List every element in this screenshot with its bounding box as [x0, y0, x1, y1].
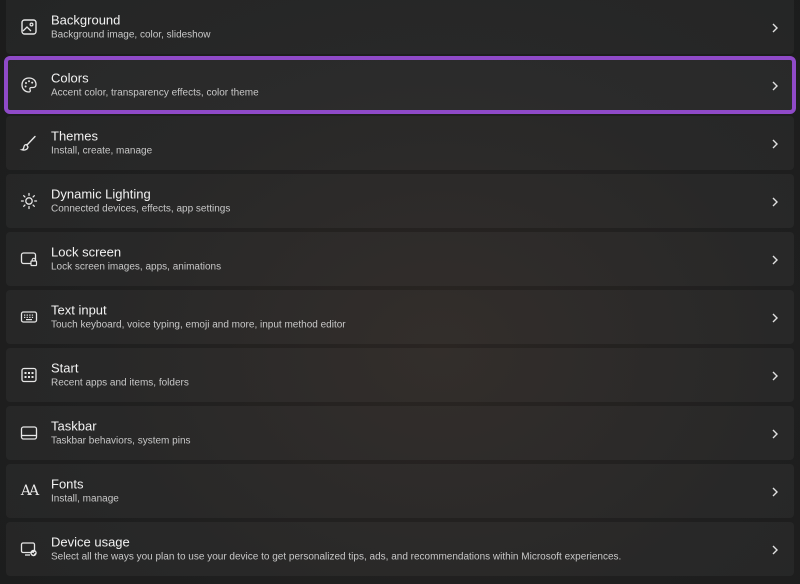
settings-item-colors[interactable]: Colors Accent color, transparency effect… — [4, 56, 796, 114]
palette-icon — [20, 76, 38, 94]
settings-item-title: Colors — [51, 70, 89, 86]
settings-item-subtitle: Select all the ways you plan to use your… — [51, 551, 622, 563]
settings-item-subtitle: Touch keyboard, voice typing, emoji and … — [51, 319, 346, 331]
settings-item-subtitle: Accent color, transparency effects, colo… — [51, 87, 259, 99]
settings-item-title: Taskbar — [51, 418, 97, 434]
settings-item-title: Device usage — [51, 534, 130, 550]
settings-item-text-input[interactable]: Text input Touch keyboard, voice typing,… — [6, 290, 794, 344]
chevron-right-icon — [770, 79, 780, 91]
chevron-right-icon — [770, 543, 780, 555]
taskbar-icon — [20, 424, 38, 442]
settings-item-title: Fonts — [51, 476, 84, 492]
chevron-right-icon — [770, 253, 780, 265]
settings-item-title: Themes — [51, 128, 98, 144]
settings-item-fonts[interactable]: AA Fonts Install, manage — [6, 464, 794, 518]
settings-item-title: Lock screen — [51, 244, 122, 260]
settings-item-themes[interactable]: Themes Install, create, manage — [6, 116, 794, 170]
settings-item-subtitle: Background image, color, slideshow — [51, 29, 211, 41]
chevron-right-icon — [770, 427, 780, 439]
chevron-right-icon — [770, 485, 780, 497]
settings-item-subtitle: Taskbar behaviors, system pins — [51, 435, 191, 447]
settings-item-title: Start — [51, 360, 79, 376]
chevron-right-icon — [770, 195, 780, 207]
settings-item-dynamic-lighting[interactable]: Dynamic Lighting Connected devices, effe… — [6, 174, 794, 228]
settings-item-background[interactable]: Background Background image, color, slid… — [6, 0, 794, 54]
settings-item-lock-screen[interactable]: Lock screen Lock screen images, apps, an… — [6, 232, 794, 286]
chevron-right-icon — [770, 311, 780, 323]
settings-item-subtitle: Lock screen images, apps, animations — [51, 261, 222, 273]
chevron-right-icon — [770, 137, 780, 149]
fonts-icon: AA — [20, 482, 39, 500]
settings-item-subtitle: Install, manage — [51, 493, 119, 505]
keyboard-icon — [20, 308, 38, 326]
settings-item-subtitle: Recent apps and items, folders — [51, 377, 189, 389]
settings-item-start[interactable]: Start Recent apps and items, folders — [6, 348, 794, 402]
settings-item-subtitle: Connected devices, effects, app settings — [51, 203, 231, 215]
light-icon — [20, 192, 38, 210]
settings-item-title: Dynamic Lighting — [51, 186, 151, 202]
personalization-settings-list: Background Background image, color, slid… — [4, 0, 796, 580]
device-usage-icon — [20, 540, 38, 558]
lock-screen-icon — [20, 250, 38, 268]
fonts-icon-glyph: AA — [20, 483, 39, 499]
brush-icon — [19, 134, 38, 152]
chevron-right-icon — [770, 21, 780, 33]
settings-item-subtitle: Install, create, manage — [51, 145, 153, 157]
settings-item-device-usage[interactable]: Device usage Select all the ways you pla… — [6, 522, 794, 576]
settings-item-title: Background — [51, 12, 121, 28]
settings-item-title: Text input — [51, 302, 107, 318]
picture-icon — [20, 18, 38, 36]
chevron-right-icon — [770, 369, 780, 381]
start-icon — [20, 366, 38, 384]
settings-item-taskbar[interactable]: Taskbar Taskbar behaviors, system pins — [6, 406, 794, 460]
